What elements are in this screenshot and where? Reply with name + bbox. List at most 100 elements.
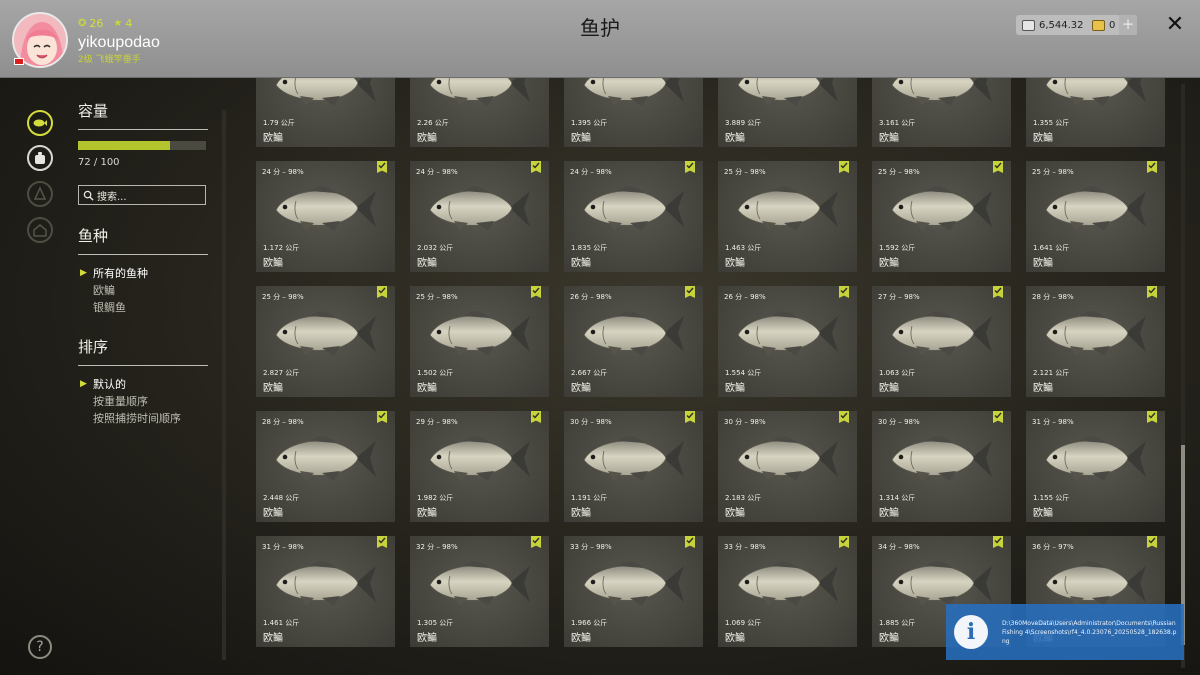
fish-quality: 33 分 – 98% [570,543,612,551]
fish-quality: 33 分 – 98% [724,543,766,551]
checkmark-icon [993,286,1003,298]
silver-balance[interactable]: 6,544.32 [1016,15,1090,35]
sort-title: 排序 [78,336,208,366]
fish-card[interactable]: 31 分 – 98% 1.155 公斤 欧鳊 [1026,411,1165,522]
gold-value: 0 [1109,19,1116,31]
fish-quality: 36 分 – 97% [1032,543,1074,551]
species-item-bream[interactable]: 欧鳊 [78,282,208,299]
fish-species: 欧鳊 [1033,508,1053,519]
checkmark-icon [685,411,695,423]
fish-card[interactable]: 26 分 – 98% 1.554 公斤 欧鳊 [718,286,857,397]
fish-species: 欧鳊 [879,383,899,394]
fish-card[interactable]: 24 分 – 98% 2.032 公斤 欧鳊 [410,161,549,272]
fish-species: 欧鳊 [879,133,899,144]
checkmark-icon [685,536,695,548]
bream-fish-icon [275,436,376,481]
keepnet-icon[interactable] [27,110,53,136]
bream-fish-icon [583,311,684,356]
bream-fish-icon [429,311,530,356]
checkmark-icon [1147,161,1157,173]
sort-item-default[interactable]: ▶ 默认的 [78,376,208,393]
checkmark-icon [993,161,1003,173]
species-item-silver-bream[interactable]: 银鲷鱼 [78,299,208,316]
add-gold-button[interactable]: + [1119,15,1137,35]
fish-card[interactable]: 25 分 – 98% 2.827 公斤 欧鳊 [256,286,395,397]
selected-arrow-icon: ▶ [80,268,87,278]
fish-card[interactable]: 1.395 公斤 欧鳊 [564,78,703,147]
fish-weight: 1.885 公斤 [879,619,916,627]
fish-weight: 2.667 公斤 [571,369,608,377]
close-button[interactable]: ✕ [1163,12,1187,38]
fish-card[interactable]: 24 分 – 98% 1.172 公斤 欧鳊 [256,161,395,272]
fish-card[interactable]: 24 分 – 98% 1.835 公斤 欧鳊 [564,161,703,272]
fish-card[interactable]: 33 分 – 98% 1.966 公斤 欧鳊 [564,536,703,647]
fish-grid: 1.79 公斤 欧鳊 2.26 公斤 欧鳊 1.395 公斤 欧鳊 3.889 公斤欧… [256,78,1166,647]
bream-fish-icon [891,186,992,231]
fish-quality: 25 分 – 98% [878,168,920,176]
fish-quality: 30 分 – 98% [570,418,612,426]
fish-species: 欧鳊 [725,633,745,644]
fish-weight: 1.063 公斤 [879,369,916,377]
fish-card[interactable]: 29 分 – 98% 1.982 公斤 欧鳊 [410,411,549,522]
checkmark-icon [839,286,849,298]
fish-species: 欧鳊 [417,133,437,144]
checkmark-icon [531,411,541,423]
selected-arrow-icon: ▶ [80,379,87,389]
fish-card[interactable]: 28 分 – 98% 2.448 公斤 欧鳊 [256,411,395,522]
sort-item-catch-time[interactable]: 按照捕捞时间顺序 [78,410,208,427]
species-item-label: 欧鳊 [93,284,115,297]
sort-item-weight[interactable]: 按重量顺序 [78,393,208,410]
fish-species: 欧鳊 [417,258,437,269]
screenshot-notification[interactable]: i D:\360MoveData\Users\Administrator\Doc… [946,604,1184,660]
fish-card[interactable]: 31 分 – 98% 1.461 公斤 欧鳊 [256,536,395,647]
fish-species: 欧鳊 [879,633,899,644]
fish-card[interactable]: 2.26 公斤 欧鳊 [410,78,549,147]
species-item-label: 所有的鱼种 [93,267,148,280]
fish-card[interactable]: 32 分 – 98% 1.305 公斤 欧鳊 [410,536,549,647]
fish-card[interactable]: 33 分 – 98% 1.069 公斤 欧鳊 [718,536,857,647]
bream-fish-icon [275,186,376,231]
info-icon: i [954,615,988,649]
fish-card[interactable]: 26 分 – 98% 2.667 公斤 欧鳊 [564,286,703,397]
checkmark-icon [685,286,695,298]
search-input[interactable]: 搜索... [78,185,206,205]
fish-weight: 2.121 公斤 [1033,369,1070,377]
fish-card[interactable]: 30 分 – 98% 2.183 公斤 欧鳊 [718,411,857,522]
fish-weight: 1.155 公斤 [1033,494,1070,502]
fish-card[interactable]: 30 分 – 98% 1.191 公斤 欧鳊 [564,411,703,522]
fish-card[interactable]: 25 分 – 98% 1.641 公斤 欧鳊 [1026,161,1165,272]
home-icon[interactable] [27,217,53,243]
fish-quality: 30 分 – 98% [878,418,920,426]
fish-card[interactable]: 30 分 – 98% 1.314 公斤 欧鳊 [872,411,1011,522]
fish-weight: 3.161 公斤 [879,119,916,127]
fish-species: 欧鳊 [1033,383,1053,394]
fish-species: 欧鳊 [571,258,591,269]
checkmark-icon [1147,411,1157,423]
gold-balance[interactable]: 0 [1086,15,1122,35]
fish-quality: 25 分 – 98% [262,293,304,301]
sort-list: ▶ 默认的 按重量顺序 按照捕捞时间顺序 [78,376,208,427]
gear-icon[interactable] [27,181,53,207]
bream-fish-icon [1045,78,1146,106]
checkmark-icon [531,161,541,173]
fish-card[interactable]: 25 分 – 98% 1.502 公斤 欧鳊 [410,286,549,397]
checkmark-icon [993,411,1003,423]
species-title: 鱼种 [78,225,208,255]
fish-quality: 28 分 – 98% [1032,293,1074,301]
fish-card[interactable]: 25 分 – 98% 1.592 公斤 欧鳊 [872,161,1011,272]
fish-weight: 1.314 公斤 [879,494,916,502]
gold-coin-icon [1092,19,1105,31]
fish-card[interactable]: 3.889 公斤 欧鳊 [718,78,857,147]
checkmark-icon [839,536,849,548]
bream-fish-icon [737,436,838,481]
species-item-all[interactable]: ▶ 所有的鱼种 [78,265,208,282]
backpack-icon[interactable] [27,145,53,171]
fish-species: 欧鳊 [879,258,899,269]
fish-card[interactable]: 1.79 公斤 欧鳊 [256,78,395,147]
help-icon[interactable]: ? [28,635,52,659]
fish-card[interactable]: 28 分 – 98% 2.121 公斤 欧鳊 [1026,286,1165,397]
fish-card[interactable]: 27 分 – 98% 1.063 公斤 欧鳊 [872,286,1011,397]
fish-card[interactable]: 3.161 公斤 欧鳊 [872,78,1011,147]
fish-card[interactable]: 1.355 公斤 欧鳊 [1026,78,1165,147]
fish-card[interactable]: 25 分 – 98% 1.463 公斤 欧鳊 [718,161,857,272]
